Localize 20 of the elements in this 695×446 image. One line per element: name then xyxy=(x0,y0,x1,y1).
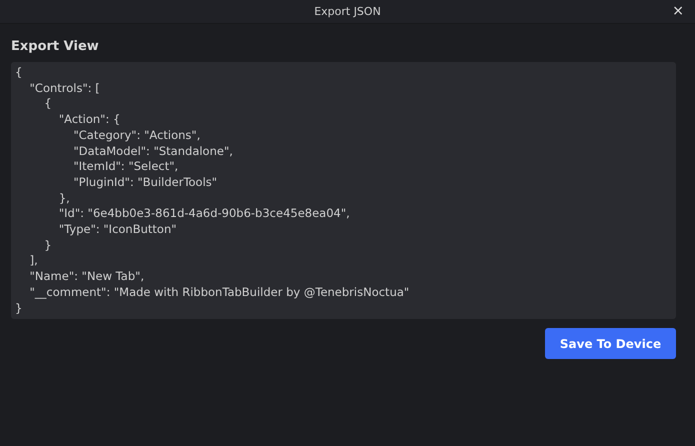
code-line: "Name": "New Tab", xyxy=(28,269,144,285)
code-line: "PluginId": "BuilderTools" xyxy=(72,174,218,191)
code-line: { xyxy=(43,96,52,112)
code-line: ], xyxy=(28,253,38,270)
code-line: } xyxy=(43,238,52,254)
code-line: "Type": "IconButton" xyxy=(58,222,177,238)
code-line: "DataModel": "Standalone", xyxy=(72,144,233,160)
code-line: "Category": "Actions", xyxy=(72,128,200,144)
code-line: }, xyxy=(58,190,70,206)
code-line: } xyxy=(15,300,22,316)
code-line: "__comment": "Made with RibbonTabBuilder by @TenebrisNoctua" xyxy=(28,284,410,301)
close-button[interactable]: × xyxy=(669,3,687,19)
window-title: Export JSON xyxy=(314,5,381,18)
section-heading: Export View xyxy=(11,39,100,54)
code-line: { xyxy=(15,65,22,81)
code-line: "ItemId": "Select", xyxy=(72,159,178,175)
save-button[interactable]: Save To Device xyxy=(545,328,676,359)
code-line: "Id": "6e4bb0e3-861d-4a6d-90b6-b3ce45e8ea04", xyxy=(58,206,350,222)
code-line: "Controls": [ xyxy=(28,80,100,96)
code-line: "Action": { xyxy=(58,112,120,128)
